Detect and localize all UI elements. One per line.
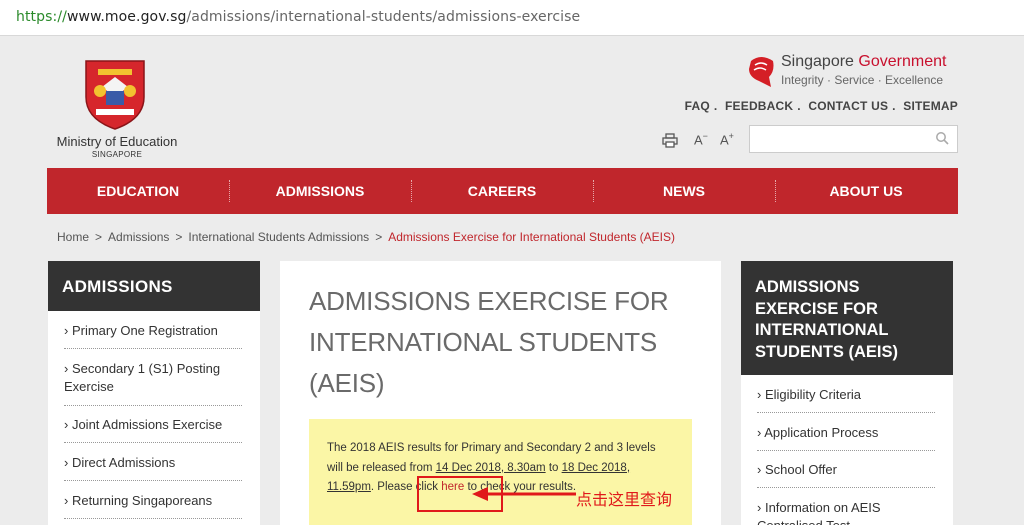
singapore-government-brand[interactable]: Singapore Government Integrity · Service… (745, 53, 959, 93)
utility-links: FAQ. FEEDBACK. CONTACT US. SITEMAP (684, 99, 958, 113)
gov-tagline: Integrity · Service · Excellence (781, 73, 944, 87)
divider (64, 442, 242, 443)
faq-link[interactable]: FAQ (685, 99, 710, 113)
search-input[interactable] (749, 125, 958, 153)
moe-crest-logo[interactable] (82, 57, 148, 131)
left-sidebar: ADMISSIONS › Primary One Registration › … (48, 261, 260, 525)
breadcrumb: Home > Admissions > International Students A… (57, 230, 675, 244)
sidebar-item-aeis-test[interactable]: › Information on AEIS Centralised Test (757, 499, 935, 525)
left-sidebar-title: ADMISSIONS (48, 261, 260, 311)
sidebar-item-primary-one[interactable]: › Primary One Registration (64, 322, 242, 340)
sitemap-link[interactable]: SITEMAP (903, 99, 958, 113)
right-sidebar-title: ADMISSIONS EXERCISE FOR INTERNATIONAL ST… (741, 261, 953, 375)
sidebar-item-eligibility[interactable]: › Eligibility Criteria (757, 386, 935, 404)
divider (64, 348, 242, 349)
sidebar-item-secondary-1[interactable]: › Secondary 1 (S1) Posting Exercise (64, 360, 242, 396)
increase-font-button[interactable]: A+ (720, 131, 734, 147)
sidebar-item-direct-admissions[interactable]: › Direct Admissions (64, 454, 242, 472)
divider (64, 480, 242, 481)
feedback-link[interactable]: FEEDBACK (725, 99, 793, 113)
print-icon[interactable] (662, 133, 678, 148)
contact-us-link[interactable]: CONTACT US (808, 99, 888, 113)
breadcrumb-home[interactable]: Home (57, 230, 89, 244)
annotation-text: 点击这里查询 (576, 490, 673, 509)
nav-about-us[interactable]: ABOUT US (775, 168, 957, 214)
divider (64, 405, 242, 406)
page-title: ADMISSIONS EXERCISE FOR INTERNATIONAL ST… (309, 286, 669, 398)
main-navigation: EDUCATION ADMISSIONS CAREERS NEWS ABOUT … (47, 168, 958, 214)
decrease-font-button[interactable]: A− (694, 131, 708, 147)
breadcrumb-admissions[interactable]: Admissions (108, 230, 169, 244)
nav-admissions[interactable]: ADMISSIONS (229, 168, 411, 214)
search-icon[interactable] (935, 131, 949, 145)
breadcrumb-international-students[interactable]: International Students Admissions (188, 230, 369, 244)
gov-brand-title: Singapore Government (781, 53, 947, 70)
sidebar-item-school-offer[interactable]: › School Offer (757, 461, 935, 479)
breadcrumb-current: Admissions Exercise for International St… (388, 230, 675, 244)
browser-address-bar[interactable]: https://www.moe.gov.sg/admissions/intern… (0, 0, 1024, 36)
release-start-date: 14 Dec 2018, 8.30am (435, 461, 546, 474)
nav-education[interactable]: EDUCATION (47, 168, 229, 214)
annotation-arrow-icon (472, 487, 576, 501)
ministry-country: SINGAPORE (91, 150, 143, 159)
page: Ministry of Education SINGAPORE Singapor… (0, 37, 1024, 525)
divider (757, 487, 935, 488)
divider (64, 518, 242, 519)
lion-head-icon (749, 57, 774, 87)
sidebar-item-returning-singaporeans[interactable]: › Returning Singaporeans (64, 492, 242, 510)
divider (757, 450, 935, 451)
sidebar-item-application-process[interactable]: › Application Process (757, 424, 935, 442)
right-sidebar: ADMISSIONS EXERCISE FOR INTERNATIONAL ST… (741, 261, 953, 525)
nav-careers[interactable]: CAREERS (411, 168, 593, 214)
url-text[interactable]: https://www.moe.gov.sg/admissions/intern… (16, 9, 580, 25)
divider (757, 412, 935, 413)
sidebar-item-joint-admissions[interactable]: › Joint Admissions Exercise (64, 416, 242, 434)
ministry-name: Ministry of Education (56, 134, 178, 149)
nav-news[interactable]: NEWS (593, 168, 775, 214)
